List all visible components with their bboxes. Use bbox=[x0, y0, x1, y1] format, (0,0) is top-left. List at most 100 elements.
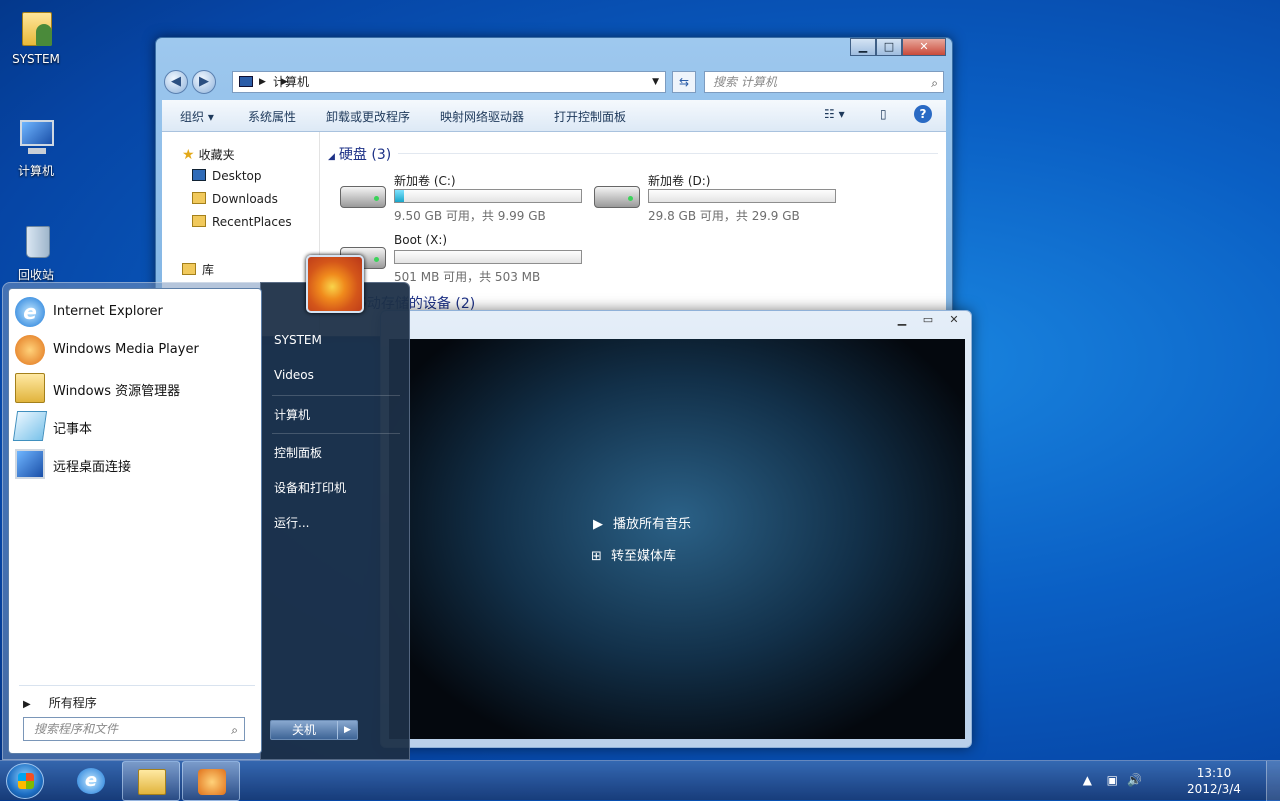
chevron-down-icon[interactable]: ▼ bbox=[652, 72, 659, 92]
network-icon[interactable]: ▣ bbox=[1107, 773, 1118, 787]
address-text: 计算机 bbox=[273, 75, 310, 89]
maximize-button[interactable]: ▭ bbox=[917, 313, 939, 329]
start-menu-programs-pane: e Internet Explorer Windows Media Player… bbox=[8, 288, 262, 754]
play-all-music-button[interactable]: ▶ 播放所有音乐 bbox=[593, 513, 691, 532]
drive-name: 新加卷 (D:) bbox=[648, 174, 711, 188]
drive-usage-bar bbox=[394, 189, 582, 203]
ie-icon: e bbox=[15, 297, 45, 327]
back-button[interactable]: ◀ bbox=[164, 70, 188, 94]
group-header-hard-disks[interactable]: ◢ 硬盘 (3) bbox=[328, 144, 938, 164]
start-item-system[interactable]: SYSTEM bbox=[274, 333, 322, 347]
clock-time: 13:10 bbox=[1196, 766, 1232, 780]
show-hidden-icons-icon[interactable]: ▲ bbox=[1083, 773, 1092, 787]
user-folder-icon bbox=[16, 8, 56, 48]
volume-icon[interactable]: 🔊 bbox=[1127, 773, 1142, 787]
system-properties-button[interactable]: 系统属性 bbox=[248, 108, 296, 125]
search-icon[interactable]: ⌕ bbox=[931, 73, 938, 93]
show-desktop-button[interactable] bbox=[1266, 761, 1280, 801]
shutdown-button[interactable]: 关机 ▶ bbox=[270, 720, 358, 740]
chevron-right-icon: ▶ bbox=[23, 699, 31, 710]
drive-space: 9.50 GB 可用，共 9.99 GB bbox=[394, 209, 546, 223]
help-icon[interactable]: ? bbox=[914, 105, 932, 123]
chevron-right-icon: ▶ bbox=[259, 77, 266, 87]
minimize-button[interactable]: ▁ bbox=[850, 38, 876, 56]
chevron-right-icon: ▶ bbox=[281, 77, 288, 87]
organize-button[interactable]: 组织 ▾ bbox=[180, 108, 214, 125]
notepad-icon bbox=[12, 411, 48, 441]
start-menu: e Internet Explorer Windows Media Player… bbox=[2, 282, 410, 760]
folder-icon bbox=[192, 215, 206, 227]
user-avatar bbox=[306, 255, 364, 313]
drive-space: 501 MB 可用，共 503 MB bbox=[394, 270, 541, 284]
taskbar-app-explorer[interactable] bbox=[122, 761, 180, 801]
drive-usage-bar bbox=[648, 189, 836, 203]
view-options-icon[interactable]: ☷ ▾ bbox=[824, 107, 845, 121]
uninstall-program-button[interactable]: 卸载或更改程序 bbox=[326, 108, 410, 125]
star-icon: ★ bbox=[182, 147, 195, 163]
start-item-computer[interactable]: 计算机 bbox=[274, 406, 310, 423]
play-icon: ▶ bbox=[593, 517, 603, 532]
separator bbox=[272, 433, 400, 434]
hard-drive-icon bbox=[340, 186, 386, 208]
drives-view: ◢ 硬盘 (3) 新加卷 (C:) 9.50 GB 可用，共 9.99 GB 新加… bbox=[328, 132, 946, 336]
windows-logo-icon bbox=[18, 773, 34, 789]
command-bar: 组织 ▾ 系统属性 卸载或更改程序 映射网络驱动器 打开控制面板 ☷ ▾ ▯ ? bbox=[162, 100, 946, 132]
nav-item-downloads[interactable]: Downloads bbox=[192, 192, 278, 206]
nav-item-desktop[interactable]: Desktop bbox=[192, 169, 262, 183]
media-player-icon bbox=[15, 335, 45, 365]
media-player-screen: ▶ 播放所有音乐 ⊞ 转至媒体库 bbox=[389, 339, 965, 739]
program-windows-explorer[interactable]: Windows 资源管理器 bbox=[15, 371, 255, 405]
open-control-panel-button[interactable]: 打开控制面板 bbox=[554, 108, 626, 125]
map-network-drive-button[interactable]: 映射网络驱动器 bbox=[440, 108, 524, 125]
search-icon: ⌕ bbox=[231, 723, 238, 737]
drive-c[interactable]: 新加卷 (C:) 9.50 GB 可用，共 9.99 GB bbox=[340, 172, 590, 228]
shutdown-options-arrow-icon[interactable]: ▶ bbox=[337, 721, 357, 739]
forward-button[interactable]: ▶ bbox=[192, 70, 216, 94]
explorer-folder-icon bbox=[138, 769, 166, 795]
desktop-icon-recycle-bin[interactable]: 回收站 bbox=[4, 222, 68, 283]
drive-d[interactable]: 新加卷 (D:) 29.8 GB 可用，共 29.9 GB bbox=[594, 172, 844, 228]
ie-icon: e bbox=[77, 768, 105, 794]
preview-pane-icon[interactable]: ▯ bbox=[880, 107, 887, 121]
start-item-videos[interactable]: Videos bbox=[274, 368, 314, 382]
all-programs-button[interactable]: ▶ 所有程序 bbox=[19, 685, 255, 711]
library-icon bbox=[182, 263, 196, 275]
drive-name: 新加卷 (C:) bbox=[394, 174, 456, 188]
start-item-devices-printers[interactable]: 设备和打印机 bbox=[274, 479, 346, 496]
start-item-run[interactable]: 运行... bbox=[274, 514, 309, 531]
remote-desktop-icon bbox=[15, 449, 45, 479]
clock[interactable]: 13:10 2012/3/4 bbox=[1182, 765, 1246, 797]
desktop-icon-label: 计算机 bbox=[17, 164, 54, 178]
taskbar-app-ie[interactable]: e bbox=[62, 761, 120, 801]
search-input[interactable]: 搜索 计算机 ⌕ bbox=[704, 71, 944, 93]
window-controls: ▁ ▭ ✕ bbox=[891, 313, 965, 329]
desktop-icon bbox=[192, 169, 206, 181]
program-notepad[interactable]: 记事本 bbox=[12, 409, 255, 443]
nav-favorites[interactable]: ★ 收藏夹 bbox=[182, 146, 235, 163]
desktop-icon-computer[interactable]: 计算机 bbox=[4, 118, 68, 179]
start-button[interactable] bbox=[6, 763, 44, 799]
go-to-library-button[interactable]: ⊞ 转至媒体库 bbox=[591, 545, 676, 564]
close-button[interactable]: ✕ bbox=[902, 38, 946, 56]
nav-item-recentplaces[interactable]: RecentPlaces bbox=[192, 215, 292, 229]
program-windows-media-player[interactable]: Windows Media Player bbox=[15, 333, 255, 367]
desktop-icon-system[interactable]: SYSTEM bbox=[4, 8, 68, 66]
collapse-icon: ◢ bbox=[328, 152, 335, 162]
close-button[interactable]: ✕ bbox=[943, 313, 965, 329]
program-internet-explorer[interactable]: e Internet Explorer bbox=[15, 295, 255, 329]
taskbar-app-media-player[interactable] bbox=[182, 761, 240, 801]
computer-icon bbox=[239, 76, 253, 87]
nav-library[interactable]: 库 bbox=[182, 261, 214, 278]
taskbar: e ▲ ▣ 🔊 13:10 2012/3/4 bbox=[0, 760, 1280, 801]
start-item-control-panel[interactable]: 控制面板 bbox=[274, 444, 322, 461]
refresh-button[interactable]: ⇆ bbox=[672, 71, 696, 93]
maximize-button[interactable]: □ bbox=[876, 38, 902, 56]
minimize-button[interactable]: ▁ bbox=[891, 313, 913, 329]
drive-name: Boot (X:) bbox=[394, 233, 448, 247]
clock-date: 2012/3/4 bbox=[1187, 782, 1241, 796]
start-search-input[interactable]: 搜索程序和文件 ⌕ bbox=[23, 717, 245, 741]
program-remote-desktop[interactable]: 远程桌面连接 bbox=[15, 447, 255, 481]
address-box[interactable]: ▶ 计算机 ▶ ▼ bbox=[232, 71, 666, 93]
hard-drive-icon bbox=[594, 186, 640, 208]
drive-x[interactable]: Boot (X:) 501 MB 可用，共 503 MB bbox=[340, 233, 590, 289]
